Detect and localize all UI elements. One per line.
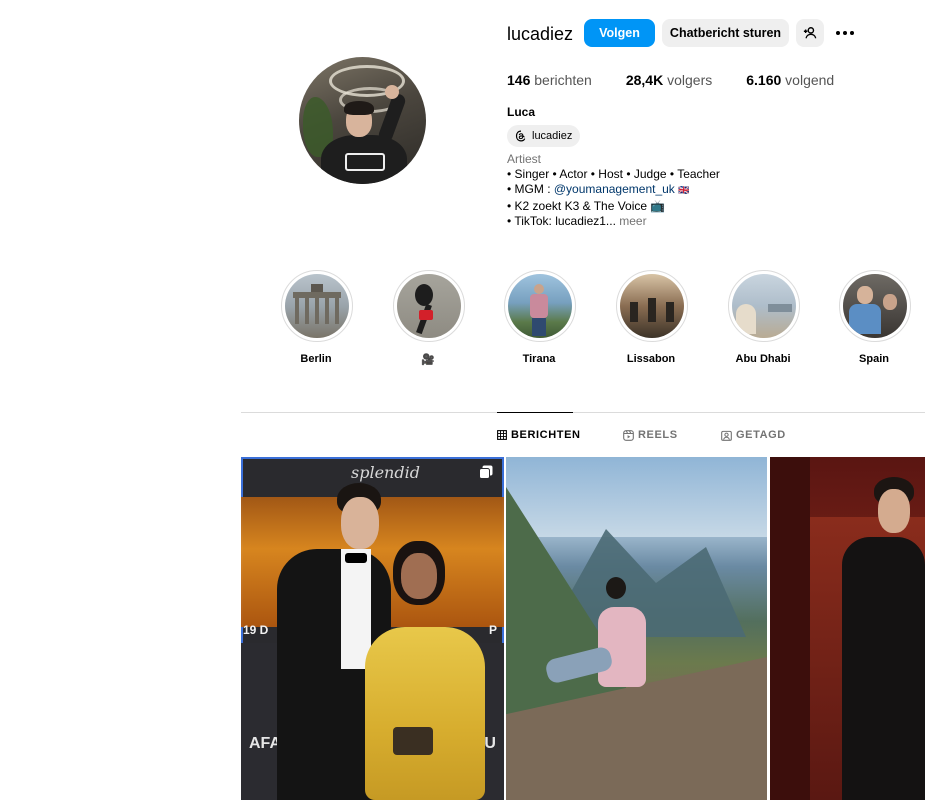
post-1-banner-right: P xyxy=(489,623,498,637)
tagged-icon xyxy=(721,430,732,441)
highlight-label-tirana: Tirana xyxy=(522,353,556,365)
stat-following[interactable]: 6.160 volgend xyxy=(746,72,834,88)
post-3-man-outfit xyxy=(842,537,925,800)
stat-followers[interactable]: 28,4K volgers xyxy=(626,72,712,88)
bio-line-4-text: • TikTok: lucadiez1... xyxy=(507,213,616,228)
tabs-divider xyxy=(241,412,925,413)
threads-handle: lucadiez xyxy=(532,130,573,142)
suggested-users-button[interactable] xyxy=(796,19,824,47)
bio-line-4: • TikTok: lucadiez1... meer xyxy=(507,214,827,229)
add-user-icon xyxy=(803,27,817,39)
profile-full-name: Luca xyxy=(507,105,536,119)
stat-following-value: 6.160 xyxy=(746,72,782,88)
avatar-hand xyxy=(385,85,399,99)
stat-posts-value: 146 xyxy=(507,72,531,88)
stat-following-label: volgend xyxy=(785,72,835,88)
highlight-ring xyxy=(839,270,911,342)
post-1-event-logo: splendid xyxy=(351,463,420,482)
bio-mention-link[interactable]: @youmanagement_uk xyxy=(554,182,675,196)
avatar-hair xyxy=(344,101,374,115)
tab-tagged[interactable]: GETAGD xyxy=(721,429,786,441)
post-1-clutch xyxy=(393,727,433,755)
bio-line-3: • K2 zoekt K3 & The Voice 📺 xyxy=(507,198,666,213)
send-message-button[interactable]: Chatbericht sturen xyxy=(662,19,789,47)
tab-tagged-label: GETAGD xyxy=(736,429,786,441)
highlight-video[interactable] xyxy=(393,270,465,342)
highlight-label-lissabon: Lissabon xyxy=(626,353,676,365)
post-1-woman-dress xyxy=(365,627,485,800)
stat-followers-label: volgers xyxy=(667,72,713,88)
highlight-lissabon[interactable] xyxy=(616,270,688,342)
follow-button[interactable]: Volgen xyxy=(584,19,655,47)
highlight-ring xyxy=(281,270,353,342)
highlight-label-video: 🎥 xyxy=(421,354,435,366)
highlight-ring xyxy=(728,270,800,342)
grid-icon xyxy=(497,430,507,440)
more-horizontal-icon xyxy=(836,31,854,35)
stat-followers-value: 28,4K xyxy=(625,72,664,88)
post-tile-3[interactable] xyxy=(770,457,925,800)
post-1-bowtie xyxy=(345,553,367,563)
highlight-ring xyxy=(393,270,465,342)
bio-line-2-prefix: • MGM : xyxy=(507,182,554,197)
highlight-label-spain: Spain xyxy=(859,353,889,365)
highlight-cover-lissabon xyxy=(620,274,684,338)
post-1-woman-face xyxy=(401,553,437,599)
profile-avatar[interactable] xyxy=(299,57,426,184)
post-1-carousel-badge xyxy=(479,465,493,479)
threads-icon xyxy=(515,130,526,142)
active-tab-indicator xyxy=(497,412,573,413)
highlight-cover-spain xyxy=(843,274,907,338)
post-tile-2[interactable] xyxy=(506,457,767,800)
post-1-man-face xyxy=(341,497,379,549)
highlight-cover-abu-dhabi xyxy=(732,274,796,338)
threads-link[interactable]: lucadiez xyxy=(507,125,581,147)
highlight-tirana[interactable] xyxy=(504,270,576,342)
highlight-label-abu-dhabi: Abu Dhabi xyxy=(735,353,791,365)
highlight-cover-video xyxy=(397,274,461,338)
tab-posts[interactable]: BERICHTEN xyxy=(497,429,581,441)
highlight-spain[interactable] xyxy=(839,270,911,342)
bio-flag: 🇬🇧 xyxy=(678,185,690,196)
highlight-ring xyxy=(504,270,576,342)
post-1-banner-left: 19 D xyxy=(243,623,269,637)
bio-line-1: • Singer • Actor • Host • Judge • Teache… xyxy=(507,167,720,182)
carousel-icon xyxy=(479,465,493,479)
avatar-hoodie-print xyxy=(345,153,385,171)
post-2-person-sweater xyxy=(598,607,646,687)
bio-more-link[interactable]: meer xyxy=(619,214,646,228)
post-3-wall-left xyxy=(770,457,810,800)
post-1-man-shirt xyxy=(341,549,371,669)
post-3-man-face xyxy=(878,489,910,533)
highlight-abu-dhabi[interactable] xyxy=(728,270,800,342)
post-2-person-head xyxy=(606,577,626,599)
profile-username: lucadiez xyxy=(507,24,574,44)
stat-posts-label: berichten xyxy=(534,72,592,88)
post-tile-1[interactable]: splendid 19 D P AFA CLU xyxy=(241,457,504,800)
profile-bio: Artiest • Singer • Actor • Host • Judge … xyxy=(507,152,827,229)
tab-reels[interactable]: REELS xyxy=(623,429,678,441)
bio-line-2: • MGM : @youmanagement_uk 🇬🇧 xyxy=(507,182,827,198)
bio-category: Artiest xyxy=(507,152,542,166)
highlight-cover-berlin xyxy=(285,274,349,338)
tab-reels-label: REELS xyxy=(638,429,678,441)
reels-icon xyxy=(623,429,634,441)
highlight-label-berlin: Berlin xyxy=(300,353,332,365)
profile-stats: 146 berichten 28,4K volgers 6.160 volgen… xyxy=(507,72,868,88)
highlight-ring xyxy=(616,270,688,342)
post-2-sky xyxy=(506,457,767,537)
more-options-button[interactable] xyxy=(834,22,856,44)
highlight-berlin[interactable] xyxy=(281,270,353,342)
stat-posts: 146 berichten xyxy=(507,72,592,88)
highlight-cover-tirana xyxy=(508,274,572,338)
tab-posts-label: BERICHTEN xyxy=(511,429,581,441)
